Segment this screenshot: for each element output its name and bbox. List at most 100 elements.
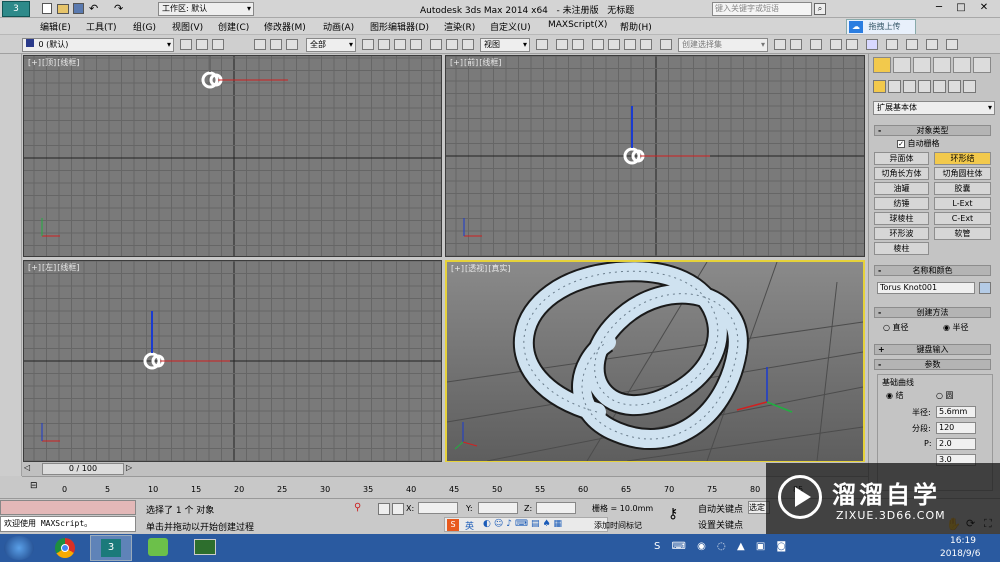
maximize-icon[interactable]: □ [952, 2, 970, 16]
radio-radius[interactable]: ◉ 半径 [943, 322, 969, 333]
angle-snap-icon[interactable] [608, 39, 620, 50]
menu-help[interactable]: 帮助(H) [620, 20, 652, 33]
material-editor-icon[interactable] [866, 39, 878, 50]
radio-knot[interactable]: ◉ 结 [886, 390, 904, 401]
layer-explorer-icon[interactable] [810, 39, 822, 50]
render-iterative-icon[interactable] [946, 39, 958, 50]
add-to-layer-icon[interactable] [212, 39, 224, 50]
helpers-icon[interactable] [933, 80, 946, 93]
object-name-field[interactable]: Torus Knot001 [877, 282, 975, 294]
3dsmax-taskbar-icon[interactable]: 3 [90, 535, 132, 561]
time-slider-prev[interactable]: ◁ [24, 463, 36, 475]
chamfer-cyl-button[interactable]: 切角圆柱体 [934, 167, 991, 180]
viewport-front[interactable]: [+][前][线框] [445, 55, 865, 257]
align-icon[interactable] [790, 39, 802, 50]
prism-button[interactable]: 棱柱 [874, 242, 929, 255]
time-slider[interactable]: ◁ 0 / 100 ▷ [22, 462, 868, 476]
named-selection-dropdown[interactable]: 创建选择集 ▾ [678, 38, 768, 52]
torus-knot-button[interactable]: 环形结 [934, 152, 991, 165]
radius-input[interactable]: 5.6mm [936, 406, 976, 418]
redo-icon[interactable]: ↷ [114, 2, 123, 15]
minimize-icon[interactable]: ─ [930, 2, 948, 16]
l-ext-button[interactable]: L-Ext [934, 197, 991, 210]
isolate-icon[interactable]: ⚲ [354, 502, 361, 513]
key-icon[interactable]: ⚷ [668, 506, 678, 522]
spacewarps-icon[interactable] [948, 80, 961, 93]
app-logo-icon[interactable]: 3 [2, 1, 30, 17]
edit-named-sel-icon[interactable] [660, 39, 672, 50]
modify-tab-icon[interactable] [893, 57, 911, 73]
time-slider-thumb[interactable]: 0 / 100 [42, 463, 124, 475]
cameras-icon[interactable] [918, 80, 931, 93]
segments-input[interactable]: 120 [936, 422, 976, 434]
menu-create[interactable]: 创建(C) [218, 20, 249, 33]
open-file-icon[interactable] [57, 4, 69, 14]
menu-edit[interactable]: 编辑(E) [40, 20, 71, 33]
render-production-icon[interactable] [926, 39, 938, 50]
rollout-object-type[interactable]: - 对象类型 [874, 125, 991, 136]
time-slider-next[interactable]: ▷ [126, 463, 138, 475]
systems-icon[interactable] [963, 80, 976, 93]
menu-animation[interactable]: 动画(A) [323, 20, 354, 33]
save-file-icon[interactable] [73, 3, 84, 14]
curve-editor-icon[interactable] [830, 39, 842, 50]
menu-graph-editors[interactable]: 图形编辑器(D) [370, 20, 429, 33]
menu-maxscript[interactable]: MAXScript(X) [548, 20, 607, 30]
select-object-icon[interactable] [362, 39, 374, 50]
shapes-icon[interactable] [888, 80, 901, 93]
viewport-perspective[interactable]: [+][透视][真实] [445, 260, 865, 463]
y-coord-input[interactable] [478, 502, 518, 514]
search-icon[interactable]: ⌕ [814, 3, 826, 15]
viewport-top[interactable]: [+][顶][线框] [23, 55, 442, 257]
object-gizmo[interactable] [143, 311, 230, 370]
display-tab-icon[interactable] [953, 57, 971, 73]
p-input[interactable]: 2.0 [936, 438, 976, 450]
object-gizmo[interactable] [623, 106, 710, 165]
menu-rendering[interactable]: 渲染(R) [444, 20, 475, 33]
chrome-taskbar-icon[interactable] [46, 536, 84, 560]
monitor-taskbar-icon[interactable] [184, 535, 226, 561]
layer-manager-icon[interactable] [180, 39, 192, 50]
rollout-parameters[interactable]: - 参数 [874, 359, 991, 370]
reference-coord-dropdown[interactable]: 视图 ▾ [480, 38, 530, 52]
menu-modifiers[interactable]: 修改器(M) [264, 20, 306, 33]
menu-customize[interactable]: 自定义(U) [490, 20, 531, 33]
chamfer-box-button[interactable]: 切角长方体 [874, 167, 929, 180]
new-file-icon[interactable] [42, 3, 52, 14]
gengon-button[interactable]: 球棱柱 [874, 212, 929, 225]
setkey-button[interactable]: 设置关键点 [698, 518, 743, 531]
spinner-snap-icon[interactable] [640, 39, 652, 50]
rect-selection-icon[interactable] [394, 39, 406, 50]
snap-toggle-icon[interactable] [592, 39, 604, 50]
z-coord-input[interactable] [536, 502, 576, 514]
layer-dropdown[interactable]: 0 (默认) ▾ [22, 38, 174, 52]
viewport-left[interactable]: [+][左][线框] [23, 260, 442, 462]
percent-snap-icon[interactable] [624, 39, 636, 50]
menu-view[interactable]: 视图(V) [172, 20, 203, 33]
schematic-view-icon[interactable] [846, 39, 858, 50]
unlink-icon[interactable] [270, 39, 282, 50]
object-gizmo[interactable] [201, 56, 288, 89]
start-button[interactable] [4, 536, 34, 560]
track-bar[interactable]: ⊟ 051015202530354045505560657075808590 [22, 476, 868, 498]
link-icon[interactable] [254, 39, 266, 50]
track-bar-icon[interactable]: ⊟ [30, 481, 42, 493]
ringwave-button[interactable]: 环形波 [874, 227, 929, 240]
tray-icons[interactable]: S ⌨ ◉ ◌ ▲ ▣ ◙ [654, 541, 790, 552]
geometry-icon[interactable] [873, 80, 886, 93]
autogrid-checkbox[interactable]: ✓ 自动栅格 [897, 138, 940, 149]
undo-icon[interactable]: ↶ [89, 2, 98, 15]
autokey-button[interactable]: 自动关键点 [698, 502, 743, 515]
keyboard-shortcut-icon[interactable] [572, 39, 584, 50]
radio-diameter[interactable]: ○ 直径 [883, 322, 909, 333]
spindle-button[interactable]: 纺锤 [874, 197, 929, 210]
hose-button[interactable]: 软管 [934, 227, 991, 240]
lights-icon[interactable] [903, 80, 916, 93]
select-scale-icon[interactable] [462, 39, 474, 50]
select-move-icon[interactable] [430, 39, 442, 50]
capsule-button[interactable]: 胶囊 [934, 182, 991, 195]
menu-tools[interactable]: 工具(T) [86, 20, 117, 33]
oil-tank-button[interactable]: 油罐 [874, 182, 929, 195]
c-ext-button[interactable]: C-Ext [934, 212, 991, 225]
render-setup-icon[interactable] [886, 39, 898, 50]
